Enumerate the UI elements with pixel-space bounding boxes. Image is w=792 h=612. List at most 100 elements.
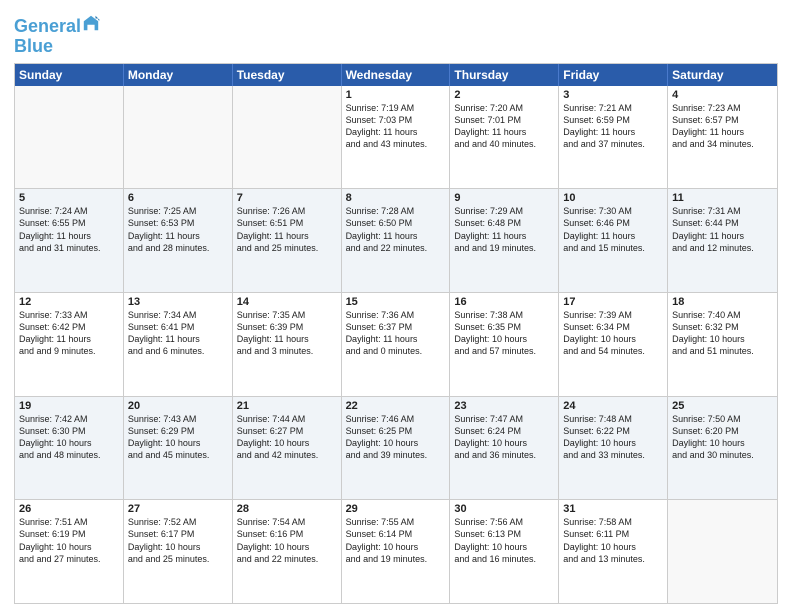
daylight-text: Daylight: 11 hours	[19, 333, 119, 345]
daylight-text: Daylight: 10 hours	[563, 333, 663, 345]
sunset-text: Sunset: 6:55 PM	[19, 217, 119, 229]
sunrise-text: Sunrise: 7:26 AM	[237, 205, 337, 217]
daylight-text-cont: and and 25 minutes.	[128, 553, 228, 565]
sunset-text: Sunset: 6:32 PM	[672, 321, 773, 333]
daylight-text-cont: and and 0 minutes.	[346, 345, 446, 357]
calendar-cell: 25Sunrise: 7:50 AMSunset: 6:20 PMDayligh…	[668, 397, 777, 500]
sunset-text: Sunset: 6:20 PM	[672, 425, 773, 437]
sunset-text: Sunset: 6:51 PM	[237, 217, 337, 229]
sunrise-text: Sunrise: 7:35 AM	[237, 309, 337, 321]
sunset-text: Sunset: 6:42 PM	[19, 321, 119, 333]
day-number: 6	[128, 192, 228, 204]
weekday-header: Friday	[559, 64, 668, 86]
sunset-text: Sunset: 6:11 PM	[563, 528, 663, 540]
day-number: 9	[454, 192, 554, 204]
sunset-text: Sunset: 7:03 PM	[346, 114, 446, 126]
calendar-cell: 15Sunrise: 7:36 AMSunset: 6:37 PMDayligh…	[342, 293, 451, 396]
calendar-cell: 28Sunrise: 7:54 AMSunset: 6:16 PMDayligh…	[233, 500, 342, 603]
daylight-text-cont: and and 16 minutes.	[454, 553, 554, 565]
sunrise-text: Sunrise: 7:24 AM	[19, 205, 119, 217]
daylight-text-cont: and and 28 minutes.	[128, 242, 228, 254]
day-number: 2	[454, 89, 554, 101]
daylight-text-cont: and and 13 minutes.	[563, 553, 663, 565]
sunset-text: Sunset: 6:50 PM	[346, 217, 446, 229]
daylight-text-cont: and and 40 minutes.	[454, 138, 554, 150]
calendar-cell: 2Sunrise: 7:20 AMSunset: 7:01 PMDaylight…	[450, 86, 559, 189]
sunrise-text: Sunrise: 7:51 AM	[19, 516, 119, 528]
sunset-text: Sunset: 6:27 PM	[237, 425, 337, 437]
calendar: SundayMondayTuesdayWednesdayThursdayFrid…	[14, 63, 778, 604]
page-header: General Blue	[14, 10, 778, 57]
daylight-text-cont: and and 3 minutes.	[237, 345, 337, 357]
daylight-text: Daylight: 10 hours	[563, 541, 663, 553]
calendar-cell: 3Sunrise: 7:21 AMSunset: 6:59 PMDaylight…	[559, 86, 668, 189]
weekday-header: Monday	[124, 64, 233, 86]
daylight-text: Daylight: 11 hours	[19, 230, 119, 242]
daylight-text-cont: and and 12 minutes.	[672, 242, 773, 254]
daylight-text-cont: and and 54 minutes.	[563, 345, 663, 357]
sunrise-text: Sunrise: 7:21 AM	[563, 102, 663, 114]
day-number: 19	[19, 400, 119, 412]
weekday-header: Sunday	[15, 64, 124, 86]
daylight-text: Daylight: 11 hours	[237, 333, 337, 345]
sunrise-text: Sunrise: 7:52 AM	[128, 516, 228, 528]
daylight-text-cont: and and 37 minutes.	[563, 138, 663, 150]
sunrise-text: Sunrise: 7:30 AM	[563, 205, 663, 217]
calendar-body: 1Sunrise: 7:19 AMSunset: 7:03 PMDaylight…	[15, 86, 777, 603]
sunrise-text: Sunrise: 7:40 AM	[672, 309, 773, 321]
page-container: General Blue SundayMondayTuesdayWednesda…	[0, 0, 792, 612]
sunset-text: Sunset: 6:17 PM	[128, 528, 228, 540]
sunset-text: Sunset: 6:48 PM	[454, 217, 554, 229]
day-number: 16	[454, 296, 554, 308]
day-number: 23	[454, 400, 554, 412]
calendar-cell: 16Sunrise: 7:38 AMSunset: 6:35 PMDayligh…	[450, 293, 559, 396]
daylight-text: Daylight: 10 hours	[672, 437, 773, 449]
calendar-cell: 20Sunrise: 7:43 AMSunset: 6:29 PMDayligh…	[124, 397, 233, 500]
day-number: 25	[672, 400, 773, 412]
sunrise-text: Sunrise: 7:58 AM	[563, 516, 663, 528]
calendar-cell: 5Sunrise: 7:24 AMSunset: 6:55 PMDaylight…	[15, 189, 124, 292]
daylight-text: Daylight: 11 hours	[563, 230, 663, 242]
weekday-header: Thursday	[450, 64, 559, 86]
calendar-cell: 29Sunrise: 7:55 AMSunset: 6:14 PMDayligh…	[342, 500, 451, 603]
daylight-text: Daylight: 11 hours	[454, 230, 554, 242]
daylight-text-cont: and and 6 minutes.	[128, 345, 228, 357]
daylight-text: Daylight: 10 hours	[128, 437, 228, 449]
daylight-text-cont: and and 22 minutes.	[346, 242, 446, 254]
daylight-text-cont: and and 27 minutes.	[19, 553, 119, 565]
daylight-text-cont: and and 51 minutes.	[672, 345, 773, 357]
day-number: 8	[346, 192, 446, 204]
daylight-text-cont: and and 33 minutes.	[563, 449, 663, 461]
calendar-cell: 21Sunrise: 7:44 AMSunset: 6:27 PMDayligh…	[233, 397, 342, 500]
day-number: 7	[237, 192, 337, 204]
calendar-cell: 30Sunrise: 7:56 AMSunset: 6:13 PMDayligh…	[450, 500, 559, 603]
daylight-text-cont: and and 42 minutes.	[237, 449, 337, 461]
sunset-text: Sunset: 6:25 PM	[346, 425, 446, 437]
sunset-text: Sunset: 6:13 PM	[454, 528, 554, 540]
sunrise-text: Sunrise: 7:34 AM	[128, 309, 228, 321]
daylight-text-cont: and and 36 minutes.	[454, 449, 554, 461]
daylight-text: Daylight: 10 hours	[237, 437, 337, 449]
day-number: 11	[672, 192, 773, 204]
day-number: 31	[563, 503, 663, 515]
daylight-text: Daylight: 11 hours	[454, 126, 554, 138]
sunset-text: Sunset: 6:24 PM	[454, 425, 554, 437]
daylight-text: Daylight: 10 hours	[346, 437, 446, 449]
daylight-text: Daylight: 10 hours	[19, 437, 119, 449]
day-number: 26	[19, 503, 119, 515]
daylight-text-cont: and and 25 minutes.	[237, 242, 337, 254]
calendar-cell	[15, 86, 124, 189]
sunrise-text: Sunrise: 7:36 AM	[346, 309, 446, 321]
sunset-text: Sunset: 6:30 PM	[19, 425, 119, 437]
day-number: 4	[672, 89, 773, 101]
calendar-header: SundayMondayTuesdayWednesdayThursdayFrid…	[15, 64, 777, 86]
calendar-row: 26Sunrise: 7:51 AMSunset: 6:19 PMDayligh…	[15, 499, 777, 603]
daylight-text-cont: and and 57 minutes.	[454, 345, 554, 357]
sunset-text: Sunset: 6:14 PM	[346, 528, 446, 540]
daylight-text-cont: and and 9 minutes.	[19, 345, 119, 357]
daylight-text: Daylight: 11 hours	[237, 230, 337, 242]
sunset-text: Sunset: 7:01 PM	[454, 114, 554, 126]
sunrise-text: Sunrise: 7:19 AM	[346, 102, 446, 114]
sunrise-text: Sunrise: 7:46 AM	[346, 413, 446, 425]
calendar-cell: 17Sunrise: 7:39 AMSunset: 6:34 PMDayligh…	[559, 293, 668, 396]
